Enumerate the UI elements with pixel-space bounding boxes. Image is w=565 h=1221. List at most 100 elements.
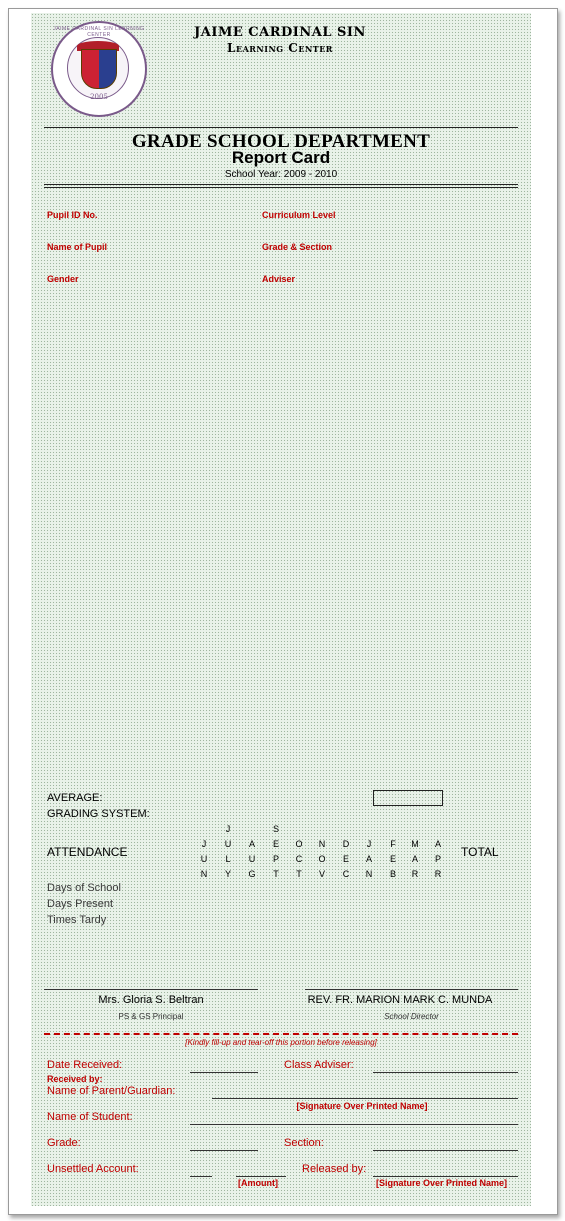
month-column: JUN [198,822,210,882]
month-letter: O [318,854,326,864]
student-name-field[interactable] [190,1124,518,1125]
received-by-label: Received by: [47,1074,103,1084]
month-letter: E [342,854,349,864]
month-column: JAN [363,822,375,882]
adviser-label: Adviser [262,274,296,284]
date-received-field[interactable] [190,1072,258,1073]
month-letter: S [272,824,279,834]
month-letter [432,822,444,837]
average-box[interactable] [373,790,443,806]
parent-name-field[interactable] [212,1098,518,1099]
month-letter: L [225,854,231,864]
month-letter [316,822,328,837]
header-rule-bottom-1 [44,184,518,185]
principal-signature-line [44,989,258,990]
month-letter: N [365,869,373,879]
month-column: FEB [387,822,399,882]
month-letter: V [318,869,325,879]
days-of-school-label: Days of School [47,882,121,894]
month-letter: F [390,839,396,849]
month-letter: E [272,839,279,849]
amount-note: [Amount] [238,1178,278,1188]
month-letter: U [200,854,208,864]
parent-name-label: Name of Parent/Guardian: [47,1085,176,1097]
director-name: REV. FR. MARION MARK C. MUNDA [307,994,493,1006]
month-letter: R [411,869,419,879]
month-column: OCT [293,822,305,882]
month-letter: P [434,854,441,864]
month-column: AUG [246,822,258,882]
month-letter: M [411,839,419,849]
month-column: SEPT [270,822,282,882]
report-card-sheet [31,13,531,1206]
month-letter: Y [224,869,231,879]
month-letter [363,822,375,837]
attendance-label: ATTENDANCE [47,845,128,859]
director-title: School Director [384,1012,439,1021]
grading-system-label: GRADING SYSTEM: [47,808,150,820]
section-label: Section: [284,1137,324,1149]
grade-section-label: Grade & Section [262,242,333,252]
school-year: School Year: 2009 - 2010 [224,169,338,180]
month-column: JULY [222,822,234,882]
month-letter: E [389,854,396,864]
month-letter: J [201,839,207,849]
school-name: JAIME CARDINAL SIN [194,25,366,40]
section-field[interactable] [373,1150,518,1151]
tear-off-line [44,1033,518,1035]
attendance-total-label: TOTAL [461,845,499,859]
month-letter [409,822,421,837]
average-label: AVERAGE: [47,792,103,804]
month-column: APR [432,822,444,882]
month-letter: J [225,824,231,834]
month-letter: A [434,839,441,849]
month-letter: U [248,854,256,864]
month-letter: J [366,839,372,849]
month-letter [293,822,305,837]
month-letter: R [434,869,442,879]
month-column: MAR [409,822,421,882]
month-letter: A [248,839,255,849]
parent-signature-note: [Signature Over Printed Name] [296,1101,428,1111]
month-letter: P [272,854,279,864]
month-letter: U [224,839,232,849]
times-tardy-label: Times Tardy [47,914,107,926]
date-received-label: Date Received: [47,1059,123,1071]
released-by-field[interactable] [373,1176,518,1177]
month-column: DEC [340,822,352,882]
header-rule-bottom-2 [44,187,518,188]
student-name-label: Name of Student: [47,1111,133,1123]
unsettled-field-1[interactable] [190,1176,212,1177]
month-letter: T [273,869,279,879]
days-present-label: Days Present [47,898,114,910]
class-adviser-field[interactable] [373,1072,518,1073]
month-letter [198,822,210,837]
pupil-id-label: Pupil ID No. [47,210,98,220]
month-letter [246,822,258,837]
month-letter: T [296,869,302,879]
curriculum-label: Curriculum Level [262,210,336,220]
grade-label: Grade: [47,1137,81,1149]
unsettled-field-2[interactable] [236,1176,286,1177]
gender-label: Gender [47,274,79,284]
month-letter: D [342,839,350,849]
class-adviser-label: Class Adviser: [284,1059,354,1071]
grade-field[interactable] [190,1150,258,1151]
document-title: Report Card [231,148,331,167]
principal-title: PS & GS Principal [118,1012,184,1021]
month-column: NOV [316,822,328,882]
seal-shield-icon [81,49,117,89]
unsettled-account-label: Unsettled Account: [47,1163,139,1175]
month-letter: N [318,839,326,849]
director-signature-line [305,989,518,990]
school-seal: JAIME CARDINAL SIN LEARNING CENTER 2005 [51,21,147,117]
month-letter: C [295,854,303,864]
month-letter: A [411,854,418,864]
released-signature-note: [Signature Over Printed Name] [376,1178,508,1188]
seal-year: 2005 [90,93,108,101]
month-letter: G [248,869,256,879]
month-letter: A [365,854,372,864]
principal-name: Mrs. Gloria S. Beltran [98,994,204,1006]
released-by-label: Released by: [302,1163,367,1175]
school-subname: Learning Center [227,41,333,55]
